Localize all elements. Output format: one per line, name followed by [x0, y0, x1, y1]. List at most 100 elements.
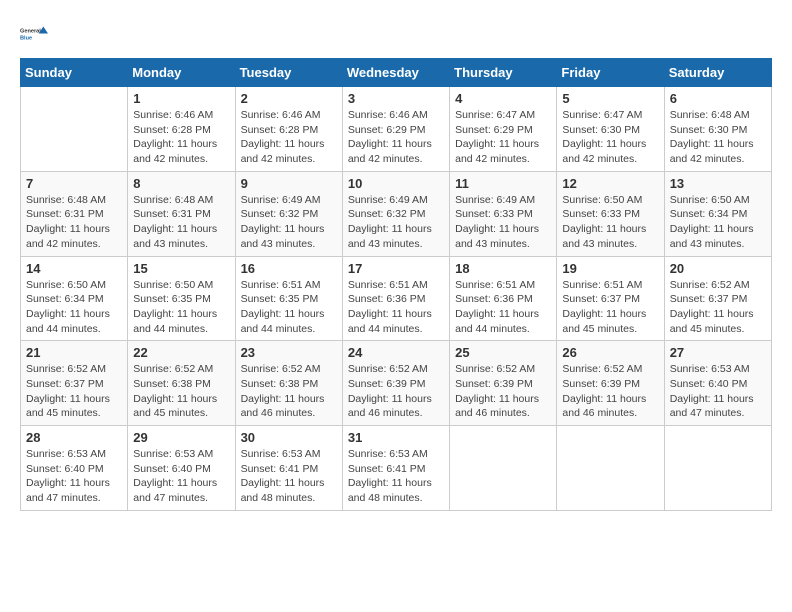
day-number: 24 — [348, 345, 444, 360]
day-info: Sunrise: 6:50 AMSunset: 6:35 PMDaylight:… — [133, 278, 229, 337]
weekday-header-saturday: Saturday — [664, 59, 771, 87]
svg-text:General: General — [20, 29, 41, 35]
day-info: Sunrise: 6:49 AMSunset: 6:33 PMDaylight:… — [455, 193, 551, 252]
day-number: 7 — [26, 176, 122, 191]
day-info: Sunrise: 6:46 AMSunset: 6:28 PMDaylight:… — [241, 108, 337, 167]
day-info: Sunrise: 6:50 AMSunset: 6:34 PMDaylight:… — [26, 278, 122, 337]
calendar-day-cell: 22 Sunrise: 6:52 AMSunset: 6:38 PMDayligh… — [128, 341, 235, 426]
calendar-day-cell: 8Sunrise: 6:48 AMSunset: 6:31 PMDaylight… — [128, 171, 235, 256]
day-number: 28 — [26, 430, 122, 445]
calendar-day-cell: 2 Sunrise: 6:46 AMSunset: 6:28 PMDaylight… — [235, 87, 342, 172]
day-number: 21 — [26, 345, 122, 360]
day-number: 4 — [455, 91, 551, 106]
day-number: 13 — [670, 176, 766, 191]
calendar-day-cell: 16 Sunrise: 6:51 AMSunset: 6:35 PMDayligh… — [235, 256, 342, 341]
calendar-day-cell: 18Sunrise: 6:51 AMSunset: 6:36 PMDayligh… — [450, 256, 557, 341]
calendar-week-row: 14 Sunrise: 6:50 AMSunset: 6:34 PMDayligh… — [21, 256, 772, 341]
day-info: Sunrise: 6:53 AMSunset: 6:41 PMDaylight:… — [241, 447, 337, 506]
calendar-day-cell: 15 Sunrise: 6:50 AMSunset: 6:35 PMDayligh… — [128, 256, 235, 341]
weekday-header-row: SundayMondayTuesdayWednesdayThursdayFrid… — [21, 59, 772, 87]
calendar-week-row: 21Sunrise: 6:52 AMSunset: 6:37 PMDayligh… — [21, 341, 772, 426]
generalblue-logo-icon: GeneralBlue — [20, 20, 48, 48]
svg-text:Blue: Blue — [20, 36, 32, 42]
calendar-day-cell: 20 Sunrise: 6:52 AMSunset: 6:37 PMDayligh… — [664, 256, 771, 341]
calendar-week-row: 1Sunrise: 6:46 AMSunset: 6:28 PMDaylight… — [21, 87, 772, 172]
calendar-day-cell: 1Sunrise: 6:46 AMSunset: 6:28 PMDaylight… — [128, 87, 235, 172]
weekday-header-sunday: Sunday — [21, 59, 128, 87]
calendar-day-cell — [21, 87, 128, 172]
calendar-day-cell: 21Sunrise: 6:52 AMSunset: 6:37 PMDayligh… — [21, 341, 128, 426]
header: GeneralBlue — [20, 20, 772, 48]
calendar-day-cell: 5 Sunrise: 6:47 AMSunset: 6:30 PMDaylight… — [557, 87, 664, 172]
day-info: Sunrise: 6:48 AMSunset: 6:30 PMDaylight:… — [670, 108, 766, 167]
day-number: 15 — [133, 261, 229, 276]
calendar-day-cell: 6 Sunrise: 6:48 AMSunset: 6:30 PMDaylight… — [664, 87, 771, 172]
day-number: 29 — [133, 430, 229, 445]
logo: GeneralBlue — [20, 20, 48, 48]
day-info: Sunrise: 6:46 AMSunset: 6:28 PMDaylight:… — [133, 108, 229, 167]
calendar-body: 1Sunrise: 6:46 AMSunset: 6:28 PMDaylight… — [21, 87, 772, 511]
day-number: 3 — [348, 91, 444, 106]
weekday-header-friday: Friday — [557, 59, 664, 87]
day-info: Sunrise: 6:48 AMSunset: 6:31 PMDaylight:… — [26, 193, 122, 252]
calendar-day-cell — [557, 426, 664, 511]
day-info: Sunrise: 6:47 AMSunset: 6:30 PMDaylight:… — [562, 108, 658, 167]
day-number: 2 — [241, 91, 337, 106]
calendar-day-cell: 23Sunrise: 6:52 AMSunset: 6:38 PMDayligh… — [235, 341, 342, 426]
day-number: 8 — [133, 176, 229, 191]
day-info: Sunrise: 6:46 AMSunset: 6:29 PMDaylight:… — [348, 108, 444, 167]
day-number: 6 — [670, 91, 766, 106]
day-number: 31 — [348, 430, 444, 445]
day-info: Sunrise: 6:52 AMSunset: 6:37 PMDaylight:… — [670, 278, 766, 337]
day-info: Sunrise: 6:51 AMSunset: 6:35 PMDaylight:… — [241, 278, 337, 337]
day-number: 19 — [562, 261, 658, 276]
day-info: Sunrise: 6:53 AMSunset: 6:40 PMDaylight:… — [133, 447, 229, 506]
calendar-day-cell: 19 Sunrise: 6:51 AMSunset: 6:37 PMDayligh… — [557, 256, 664, 341]
calendar-day-cell: 11 Sunrise: 6:49 AMSunset: 6:33 PMDayligh… — [450, 171, 557, 256]
day-info: Sunrise: 6:49 AMSunset: 6:32 PMDaylight:… — [241, 193, 337, 252]
calendar-day-cell: 7 Sunrise: 6:48 AMSunset: 6:31 PMDaylight… — [21, 171, 128, 256]
calendar-day-cell: 14 Sunrise: 6:50 AMSunset: 6:34 PMDayligh… — [21, 256, 128, 341]
calendar-day-cell: 31 Sunrise: 6:53 AMSunset: 6:41 PMDayligh… — [342, 426, 449, 511]
calendar-week-row: 7 Sunrise: 6:48 AMSunset: 6:31 PMDaylight… — [21, 171, 772, 256]
day-number: 25 — [455, 345, 551, 360]
calendar-table: SundayMondayTuesdayWednesdayThursdayFrid… — [20, 58, 772, 511]
calendar-week-row: 28 Sunrise: 6:53 AMSunset: 6:40 PMDayligh… — [21, 426, 772, 511]
calendar-day-cell: 30Sunrise: 6:53 AMSunset: 6:41 PMDayligh… — [235, 426, 342, 511]
day-info: Sunrise: 6:47 AMSunset: 6:29 PMDaylight:… — [455, 108, 551, 167]
calendar-day-cell: 29 Sunrise: 6:53 AMSunset: 6:40 PMDayligh… — [128, 426, 235, 511]
day-number: 14 — [26, 261, 122, 276]
calendar-day-cell: 4 Sunrise: 6:47 AMSunset: 6:29 PMDaylight… — [450, 87, 557, 172]
day-number: 26 — [562, 345, 658, 360]
day-info: Sunrise: 6:52 AMSunset: 6:38 PMDaylight:… — [133, 362, 229, 421]
calendar-day-cell: 3 Sunrise: 6:46 AMSunset: 6:29 PMDaylight… — [342, 87, 449, 172]
day-number: 11 — [455, 176, 551, 191]
calendar-day-cell: 9Sunrise: 6:49 AMSunset: 6:32 PMDaylight… — [235, 171, 342, 256]
day-info: Sunrise: 6:51 AMSunset: 6:36 PMDaylight:… — [455, 278, 551, 337]
calendar-day-cell: 12Sunrise: 6:50 AMSunset: 6:33 PMDayligh… — [557, 171, 664, 256]
day-info: Sunrise: 6:53 AMSunset: 6:41 PMDaylight:… — [348, 447, 444, 506]
calendar-day-cell: 27 Sunrise: 6:53 AMSunset: 6:40 PMDayligh… — [664, 341, 771, 426]
calendar-day-cell — [450, 426, 557, 511]
day-info: Sunrise: 6:51 AMSunset: 6:36 PMDaylight:… — [348, 278, 444, 337]
day-number: 16 — [241, 261, 337, 276]
calendar-day-cell: 10Sunrise: 6:49 AMSunset: 6:32 PMDayligh… — [342, 171, 449, 256]
day-number: 22 — [133, 345, 229, 360]
calendar-day-cell: 26 Sunrise: 6:52 AMSunset: 6:39 PMDayligh… — [557, 341, 664, 426]
day-info: Sunrise: 6:53 AMSunset: 6:40 PMDaylight:… — [670, 362, 766, 421]
day-number: 23 — [241, 345, 337, 360]
day-number: 10 — [348, 176, 444, 191]
day-info: Sunrise: 6:52 AMSunset: 6:39 PMDaylight:… — [562, 362, 658, 421]
calendar-day-cell: 24 Sunrise: 6:52 AMSunset: 6:39 PMDayligh… — [342, 341, 449, 426]
weekday-header-wednesday: Wednesday — [342, 59, 449, 87]
day-number: 20 — [670, 261, 766, 276]
day-number: 27 — [670, 345, 766, 360]
weekday-header-thursday: Thursday — [450, 59, 557, 87]
calendar-day-cell — [664, 426, 771, 511]
day-info: Sunrise: 6:52 AMSunset: 6:39 PMDaylight:… — [348, 362, 444, 421]
weekday-header-tuesday: Tuesday — [235, 59, 342, 87]
day-info: Sunrise: 6:51 AMSunset: 6:37 PMDaylight:… — [562, 278, 658, 337]
day-number: 12 — [562, 176, 658, 191]
calendar-day-cell: 25Sunrise: 6:52 AMSunset: 6:39 PMDayligh… — [450, 341, 557, 426]
day-number: 5 — [562, 91, 658, 106]
